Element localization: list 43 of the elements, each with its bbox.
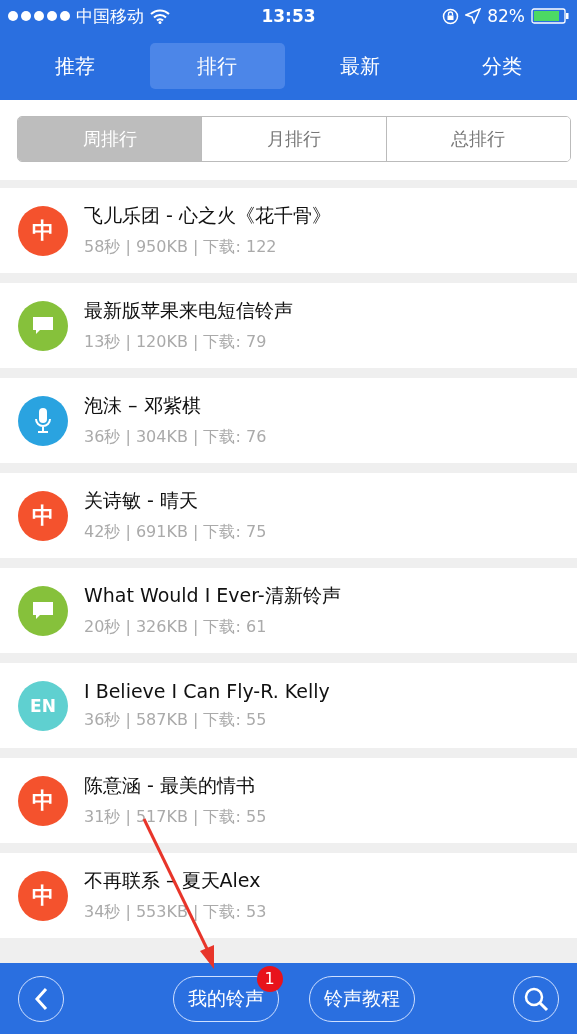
language-badge: EN xyxy=(18,680,68,731)
signal-icon xyxy=(8,11,70,21)
ringtone-details: 13秒 | 120KB | 下载: 79 xyxy=(84,332,268,353)
ringtone-details: 31秒 | 517KB | 下载: 55 xyxy=(84,807,267,828)
carrier-name: 中国移动 xyxy=(76,4,144,28)
ringtone-title: 泡沫 – 邓紫棋 xyxy=(84,393,202,418)
ringtone-details: 36秒 | 587KB | 下载: 55 xyxy=(84,710,268,731)
ringtone-row[interactable]: 中 陈意涵 - 最美的情书 31秒 | 517KB | 下载: 55 xyxy=(0,758,577,843)
ringtone-details: 36秒 | 304KB | 下载: 76 xyxy=(84,427,267,448)
segment-tab[interactable]: 总排行 xyxy=(385,117,570,161)
ringtone-row[interactable]: 中 关诗敏 - 晴天 42秒 | 691KB | 下载: 75 xyxy=(0,473,577,558)
battery-icon xyxy=(531,8,569,24)
clock-time: 13:53 xyxy=(261,6,316,26)
language-badge: 中 xyxy=(18,490,68,541)
ringtone-title: 最新版苹果来电短信铃声 xyxy=(84,298,293,323)
ringtone-details: 42秒 | 691KB | 下载: 75 xyxy=(84,522,267,543)
language-badge: 中 xyxy=(18,205,68,256)
ringtone-title: 飞儿乐团 - 心之火《花千骨》 xyxy=(84,203,331,228)
ringtone-title: 陈意涵 - 最美的情书 xyxy=(84,773,256,798)
search-icon xyxy=(523,985,549,1012)
ringtone-row[interactable]: 最新版苹果来电短信铃声 13秒 | 120KB | 下载: 79 xyxy=(0,283,577,368)
rotation-lock-icon xyxy=(442,7,460,25)
nav-tab[interactable]: 分类 xyxy=(434,43,569,89)
ringtone-details: 20秒 | 326KB | 下载: 61 xyxy=(84,617,268,638)
wifi-icon xyxy=(150,8,170,24)
ringtone-row[interactable]: What Would I Ever-清新铃声 20秒 | 326KB | 下载: 61 xyxy=(0,568,577,653)
ringtone-row[interactable]: 泡沫 – 邓紫棋 36秒 | 304KB | 下载: 76 xyxy=(0,378,577,463)
location-icon xyxy=(465,8,482,24)
language-badge: 中 xyxy=(18,870,68,921)
nav-tab[interactable]: 推荐 xyxy=(8,43,143,89)
ringtone-title: I Believe I Can Fly-R. Kelly xyxy=(84,680,330,702)
language-badge: 中 xyxy=(18,775,68,826)
ringtone-details: 58秒 | 950KB | 下载: 122 xyxy=(84,237,278,258)
battery-percent: 82% xyxy=(487,6,525,26)
nav-tab[interactable]: 排行 xyxy=(150,43,285,89)
ringtone-title: What Would I Ever-清新铃声 xyxy=(84,583,341,608)
ringtone-title: 关诗敏 - 晴天 xyxy=(84,488,199,513)
ringtone-row[interactable]: EN I Believe I Can Fly-R. Kelly 36秒 | 587KB | 下载: 55 xyxy=(0,663,577,748)
notification-badge: 1 xyxy=(256,965,283,992)
chevron-left-icon xyxy=(34,986,48,1011)
ringtone-row[interactable]: 中 飞儿乐团 - 心之火《花千骨》 58秒 | 950KB | 下载: 122 xyxy=(0,188,577,273)
nav-tab[interactable]: 最新 xyxy=(292,43,427,89)
ringtone-details: 34秒 | 553KB | 下载: 53 xyxy=(84,902,267,923)
